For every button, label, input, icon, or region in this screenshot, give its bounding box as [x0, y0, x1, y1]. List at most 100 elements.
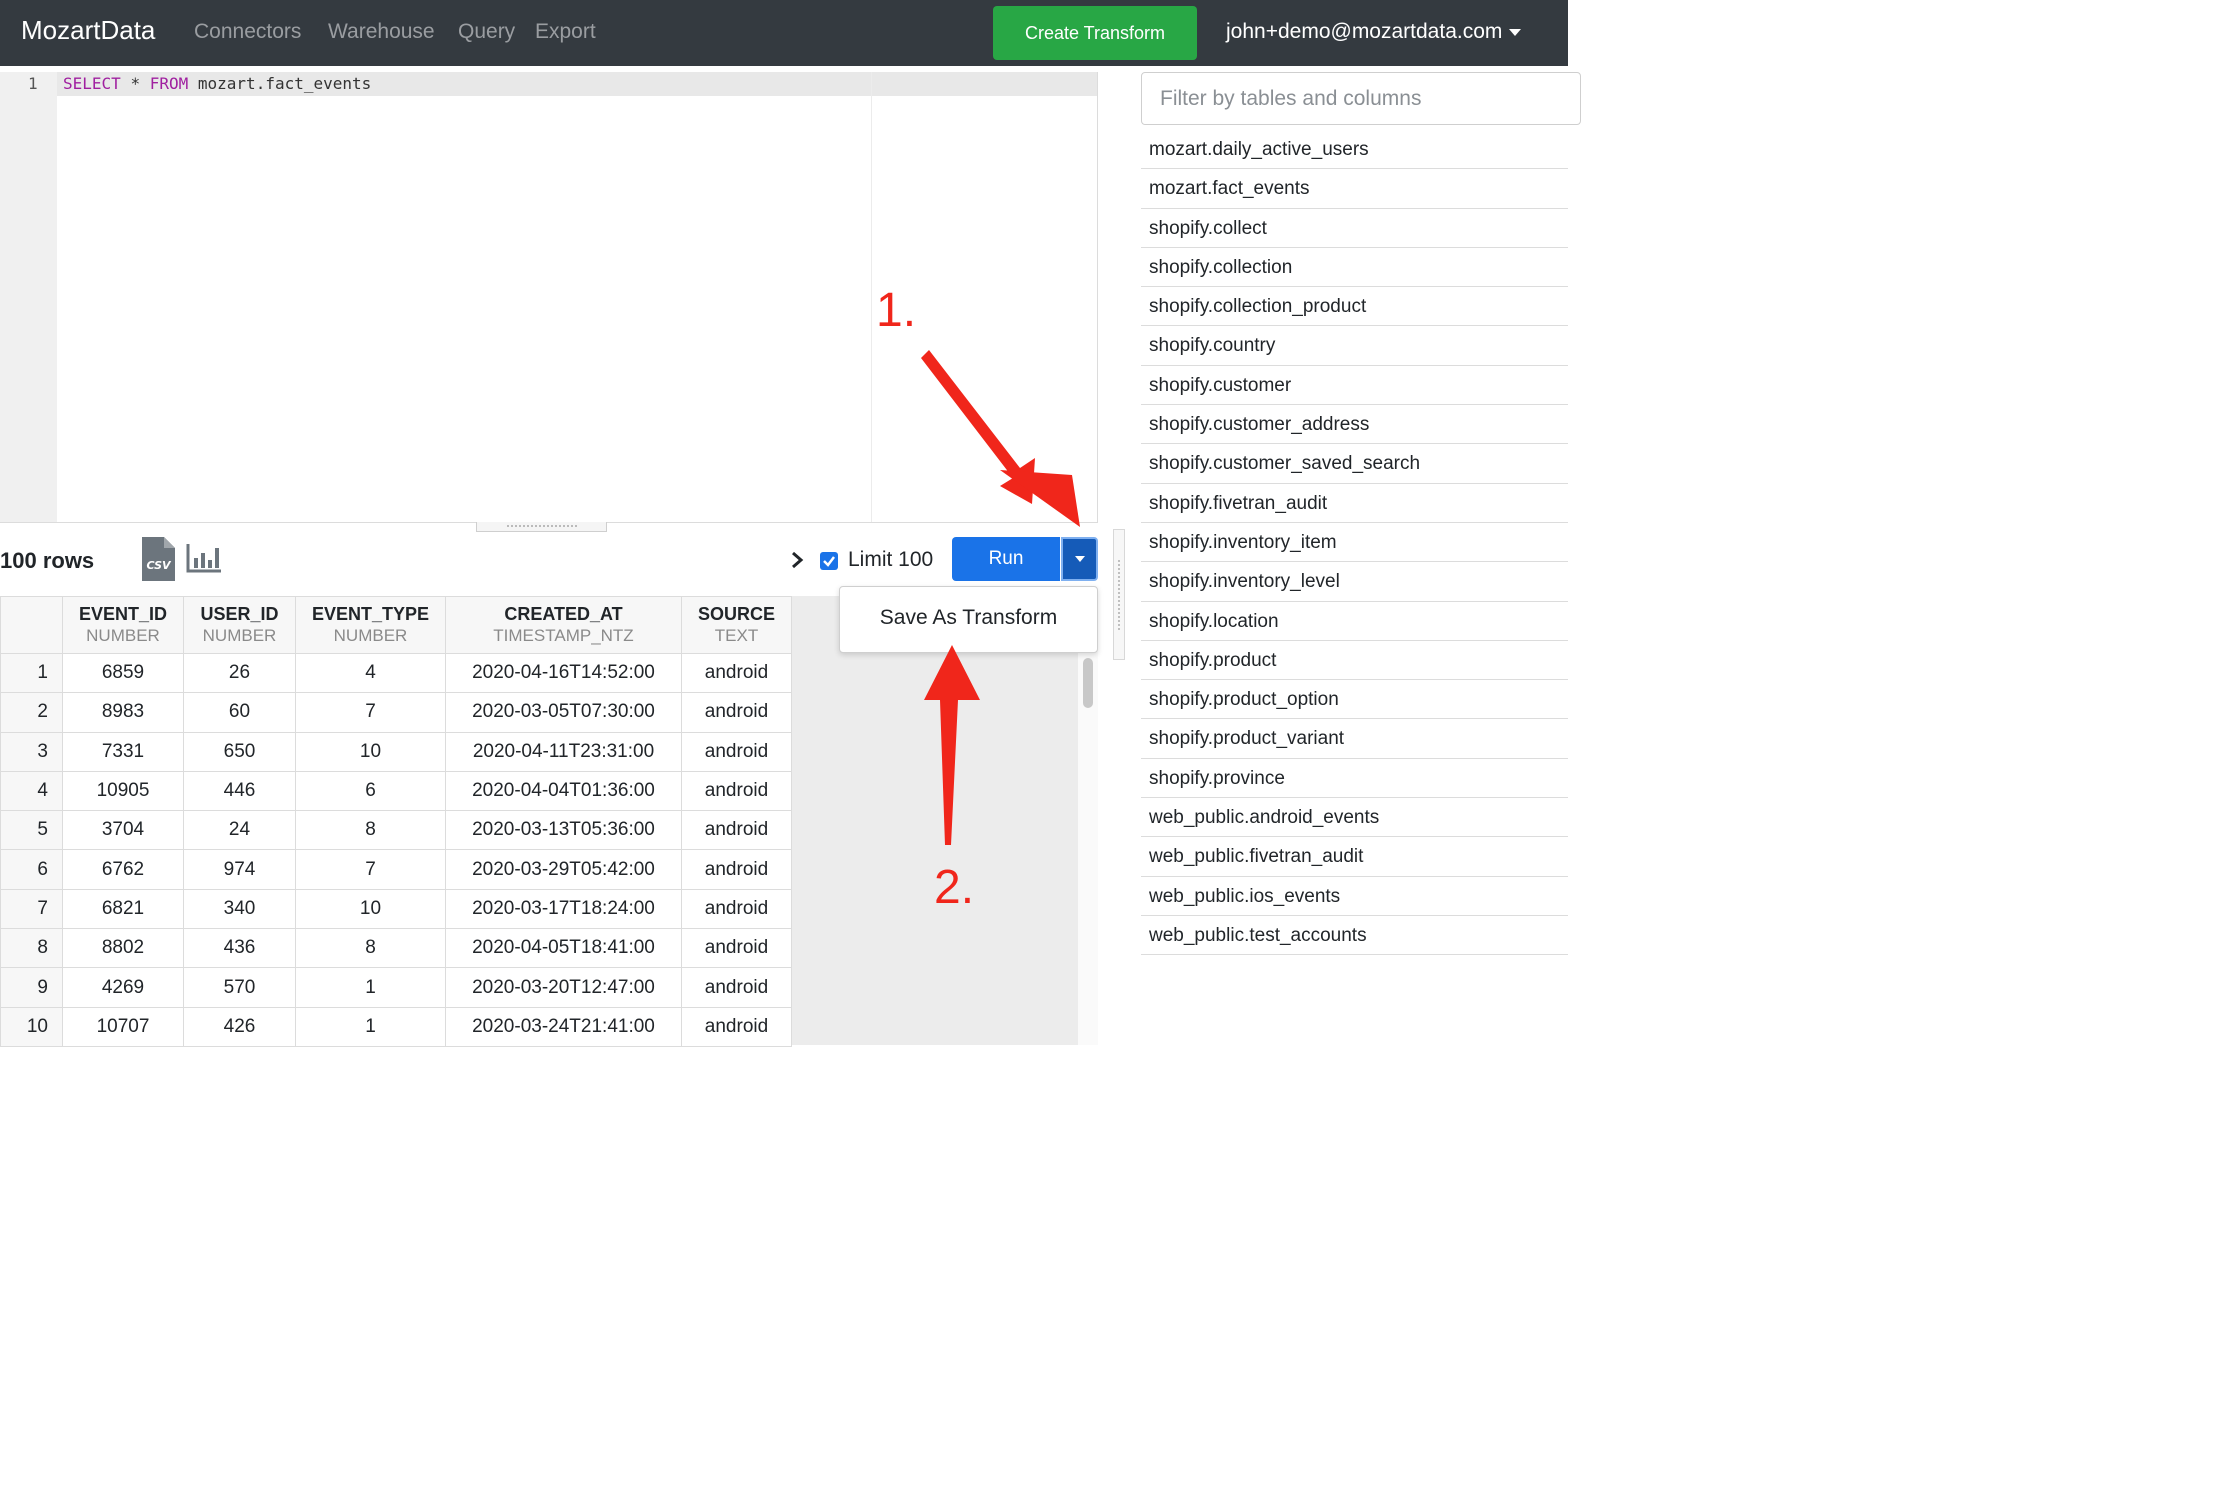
- table-row[interactable]: 3 7331 650 10 2020-04-11T23:31:00 android: [0, 731, 792, 772]
- table-row[interactable]: 4 10905 446 6 2020-04-04T01:36:00 android: [0, 770, 792, 812]
- table-cell[interactable]: 8983: [62, 692, 184, 733]
- table-cell[interactable]: 570: [183, 967, 296, 1008]
- table-cell[interactable]: 10707: [62, 1006, 184, 1047]
- create-transform-button[interactable]: Create Transform: [993, 6, 1197, 60]
- nav-link-connectors[interactable]: Connectors: [194, 20, 301, 44]
- sql-editor[interactable]: 1 SELECT * FROM mozart.fact_events: [0, 72, 1098, 523]
- table-filter-input[interactable]: [1141, 72, 1581, 125]
- table-cell[interactable]: 2020-04-16T14:52:00: [445, 652, 682, 694]
- table-cell[interactable]: 2020-03-05T07:30:00: [445, 692, 682, 733]
- table-cell[interactable]: 10: [295, 731, 446, 772]
- table-cell[interactable]: android: [681, 888, 792, 930]
- table-cell[interactable]: 7: [295, 692, 446, 733]
- table-cell[interactable]: android: [681, 770, 792, 812]
- table-list-item[interactable]: shopify.customer_address: [1141, 405, 1568, 445]
- table-list-item[interactable]: shopify.collection: [1141, 248, 1568, 288]
- table-list-item[interactable]: shopify.inventory_item: [1141, 523, 1568, 563]
- table-list-item[interactable]: shopify.product: [1141, 641, 1568, 681]
- table-cell[interactable]: android: [681, 692, 792, 733]
- run-button[interactable]: Run: [952, 537, 1060, 581]
- table-cell[interactable]: 974: [183, 849, 296, 890]
- sql-code-line[interactable]: SELECT * FROM mozart.fact_events: [63, 74, 371, 93]
- table-list-item[interactable]: shopify.inventory_level: [1141, 562, 1568, 602]
- table-list-item[interactable]: shopify.province: [1141, 759, 1568, 799]
- table-cell[interactable]: 7331: [62, 731, 184, 772]
- table-cell[interactable]: 3704: [62, 810, 184, 851]
- column-header[interactable]: EVENT_TYPE NUMBER: [295, 596, 446, 654]
- table-list-item[interactable]: web_public.test_accounts: [1141, 916, 1568, 956]
- table-row[interactable]: 6 6762 974 7 2020-03-29T05:42:00 android: [0, 849, 792, 890]
- table-cell[interactable]: 6: [295, 770, 446, 812]
- table-cell[interactable]: 10: [295, 888, 446, 930]
- table-cell[interactable]: android: [681, 928, 792, 969]
- table-cell[interactable]: 26: [183, 652, 296, 694]
- table-cell[interactable]: 2020-04-11T23:31:00: [445, 731, 682, 772]
- csv-file-icon[interactable]: CSV: [142, 537, 175, 581]
- table-list-item[interactable]: shopify.collection_product: [1141, 287, 1568, 327]
- table-row[interactable]: 7 6821 340 10 2020-03-17T18:24:00 android: [0, 888, 792, 930]
- nav-link-query[interactable]: Query: [458, 20, 515, 44]
- table-list-item[interactable]: mozart.daily_active_users: [1141, 130, 1568, 170]
- nav-link-warehouse[interactable]: Warehouse: [328, 20, 435, 44]
- table-cell[interactable]: android: [681, 967, 792, 1008]
- brand-logo[interactable]: MozartData: [21, 15, 155, 46]
- table-list-item[interactable]: shopify.customer_saved_search: [1141, 444, 1568, 484]
- table-cell[interactable]: android: [681, 731, 792, 772]
- table-cell[interactable]: 340: [183, 888, 296, 930]
- table-cell[interactable]: 1: [295, 1006, 446, 1047]
- table-cell[interactable]: 6762: [62, 849, 184, 890]
- table-cell[interactable]: 6859: [62, 652, 184, 694]
- table-list-item[interactable]: web_public.fivetran_audit: [1141, 837, 1568, 877]
- table-cell[interactable]: android: [681, 1006, 792, 1047]
- bar-chart-icon[interactable]: [186, 544, 221, 573]
- table-list-item[interactable]: shopify.country: [1141, 326, 1568, 366]
- table-cell[interactable]: 6821: [62, 888, 184, 930]
- table-cell[interactable]: 2020-03-20T12:47:00: [445, 967, 682, 1008]
- table-list-item[interactable]: shopify.product_option: [1141, 680, 1568, 720]
- column-header[interactable]: USER_ID NUMBER: [183, 596, 296, 654]
- table-cell[interactable]: 8: [295, 810, 446, 851]
- table-cell[interactable]: android: [681, 652, 792, 694]
- table-list-item[interactable]: shopify.location: [1141, 602, 1568, 641]
- table-row[interactable]: 8 8802 436 8 2020-04-05T18:41:00 android: [0, 928, 792, 969]
- editor-resize-handle[interactable]: [476, 522, 607, 532]
- table-row[interactable]: 2 8983 60 7 2020-03-05T07:30:00 android: [0, 692, 792, 733]
- table-row[interactable]: 10 10707 426 1 2020-03-24T21:41:00 android: [0, 1006, 792, 1047]
- table-cell[interactable]: 4: [295, 652, 446, 694]
- table-cell[interactable]: 1: [295, 967, 446, 1008]
- table-cell[interactable]: 2020-03-29T05:42:00: [445, 849, 682, 890]
- results-scrollbar[interactable]: [1083, 658, 1093, 708]
- table-row[interactable]: 1 6859 26 4 2020-04-16T14:52:00 android: [0, 652, 792, 694]
- table-cell[interactable]: android: [681, 810, 792, 851]
- table-cell[interactable]: 8802: [62, 928, 184, 969]
- save-as-transform-item[interactable]: Save As Transform: [840, 606, 1097, 630]
- table-cell[interactable]: 2020-04-05T18:41:00: [445, 928, 682, 969]
- table-list-item[interactable]: mozart.fact_events: [1141, 169, 1568, 209]
- nav-link-export[interactable]: Export: [535, 20, 596, 44]
- column-header[interactable]: EVENT_ID NUMBER: [62, 596, 184, 654]
- table-cell[interactable]: 650: [183, 731, 296, 772]
- table-cell[interactable]: 2020-04-04T01:36:00: [445, 770, 682, 812]
- table-cell[interactable]: 436: [183, 928, 296, 969]
- chevron-right-icon[interactable]: [789, 550, 805, 570]
- table-list-item[interactable]: shopify.fivetran_audit: [1141, 484, 1568, 523]
- table-cell[interactable]: 2020-03-17T18:24:00: [445, 888, 682, 930]
- panel-splitter[interactable]: [1113, 529, 1125, 660]
- table-cell[interactable]: 2020-03-24T21:41:00: [445, 1006, 682, 1047]
- table-cell[interactable]: 446: [183, 770, 296, 812]
- table-cell[interactable]: 4269: [62, 967, 184, 1008]
- table-cell[interactable]: 24: [183, 810, 296, 851]
- table-list-item[interactable]: shopify.customer: [1141, 366, 1568, 406]
- table-cell[interactable]: 60: [183, 692, 296, 733]
- column-header[interactable]: SOURCE TEXT: [681, 596, 792, 654]
- table-cell[interactable]: 7: [295, 849, 446, 890]
- table-row[interactable]: 9 4269 570 1 2020-03-20T12:47:00 android: [0, 967, 792, 1008]
- limit-checkbox[interactable]: [820, 552, 838, 570]
- table-list-item[interactable]: shopify.collect: [1141, 209, 1568, 248]
- limit-label[interactable]: Limit 100: [848, 548, 933, 572]
- table-cell[interactable]: android: [681, 849, 792, 890]
- table-cell[interactable]: 2020-03-13T05:36:00: [445, 810, 682, 851]
- run-dropdown-toggle[interactable]: [1061, 537, 1098, 581]
- table-cell[interactable]: 426: [183, 1006, 296, 1047]
- table-list-item[interactable]: web_public.ios_events: [1141, 877, 1568, 916]
